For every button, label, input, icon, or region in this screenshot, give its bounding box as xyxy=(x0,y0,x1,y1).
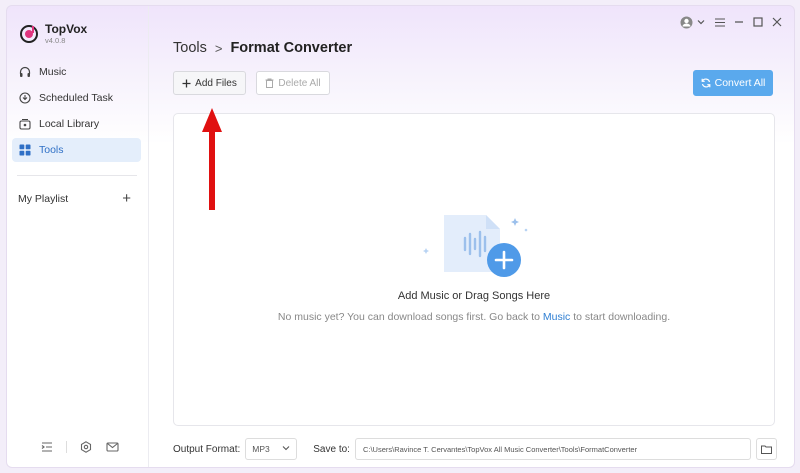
sidebar-item-label: Local Library xyxy=(39,118,100,130)
grid-icon xyxy=(19,144,31,156)
sidebar-item-label: Music xyxy=(39,66,67,78)
library-icon xyxy=(19,118,31,130)
add-playlist-button[interactable]: + xyxy=(122,191,131,206)
menu-icon[interactable] xyxy=(713,15,727,29)
my-playlist-label: My Playlist xyxy=(18,193,69,205)
brand: TopVox v4.0.8 xyxy=(19,22,87,46)
save-path-field[interactable]: C:\Users\Ravince T. Cervantes\TopVox All… xyxy=(354,438,751,460)
drop-zone[interactable]: Add Music or Drag Songs Here No music ye… xyxy=(173,113,775,426)
footer-separator xyxy=(66,441,67,453)
chevron-down-icon[interactable] xyxy=(694,15,708,29)
sidebar: TopVox v4.0.8 Music Scheduled Task Local… xyxy=(7,6,149,467)
sidebar-nav: Music Scheduled Task Local Library Tools xyxy=(12,60,141,164)
sidebar-item-local-library[interactable]: Local Library xyxy=(12,112,141,136)
refresh-icon xyxy=(701,78,711,88)
sidebar-footer xyxy=(40,440,131,454)
save-to-label: Save to: xyxy=(313,443,350,455)
sidebar-divider xyxy=(17,175,137,176)
breadcrumb-separator: > xyxy=(214,40,223,56)
topvox-logo-icon xyxy=(19,24,39,44)
minimize-icon[interactable] xyxy=(732,15,746,29)
close-icon[interactable] xyxy=(770,15,784,29)
annotation-arrow xyxy=(202,108,222,210)
chevron-down-icon xyxy=(282,444,290,454)
app-version: v4.0.8 xyxy=(45,36,66,45)
browse-folder-button[interactable] xyxy=(755,438,777,460)
collapse-menu-icon[interactable] xyxy=(40,440,54,454)
maximize-icon[interactable] xyxy=(751,15,765,29)
convert-all-label: Convert All xyxy=(714,77,766,89)
output-format-value: MP3 xyxy=(252,444,270,454)
app-window: TopVox v4.0.8 Music Scheduled Task Local… xyxy=(6,5,795,468)
sidebar-item-label: Tools xyxy=(39,144,64,156)
bottom-bar: Output Format: MP3 Save to: C:\Users\Rav… xyxy=(173,438,777,460)
breadcrumb: Tools > Format Converter xyxy=(173,40,352,56)
app-name: TopVox xyxy=(45,22,88,36)
headphones-icon xyxy=(19,66,31,78)
sidebar-item-label: Scheduled Task xyxy=(39,92,113,104)
output-format-select[interactable]: MP3 xyxy=(245,438,298,460)
user-avatar-icon[interactable] xyxy=(679,15,693,29)
drop-zone-subtitle: No music yet? You can download songs fir… xyxy=(174,311,774,323)
output-format-label: Output Format: xyxy=(173,443,241,455)
breadcrumb-parent[interactable]: Tools xyxy=(173,40,207,56)
my-playlist-row[interactable]: My Playlist + xyxy=(18,191,131,206)
settings-icon[interactable] xyxy=(79,440,93,454)
delete-all-label: Delete All xyxy=(278,77,321,89)
music-link[interactable]: Music xyxy=(543,311,570,323)
sidebar-item-scheduled-task[interactable]: Scheduled Task xyxy=(12,86,141,110)
page-title: Format Converter xyxy=(230,40,353,56)
sidebar-item-tools[interactable]: Tools xyxy=(12,138,141,162)
delete-all-button[interactable]: Delete All xyxy=(256,71,330,95)
window-controls xyxy=(674,15,784,29)
clock-download-icon xyxy=(19,92,31,104)
add-files-button[interactable]: Add Files xyxy=(173,71,246,95)
trash-icon xyxy=(265,78,274,88)
drop-zone-sub-text-end: to start downloading. xyxy=(570,311,671,323)
mail-icon[interactable] xyxy=(105,440,119,454)
plus-icon xyxy=(182,79,191,88)
drop-zone-sub-text: No music yet? You can download songs fir… xyxy=(277,311,543,323)
drop-zone-title: Add Music or Drag Songs Here xyxy=(397,290,551,302)
convert-all-button[interactable]: Convert All xyxy=(693,70,773,96)
folder-icon xyxy=(760,445,772,454)
add-files-label: Add Files xyxy=(195,77,237,89)
sidebar-item-music[interactable]: Music xyxy=(12,60,141,84)
add-music-illustration-icon xyxy=(423,215,528,277)
